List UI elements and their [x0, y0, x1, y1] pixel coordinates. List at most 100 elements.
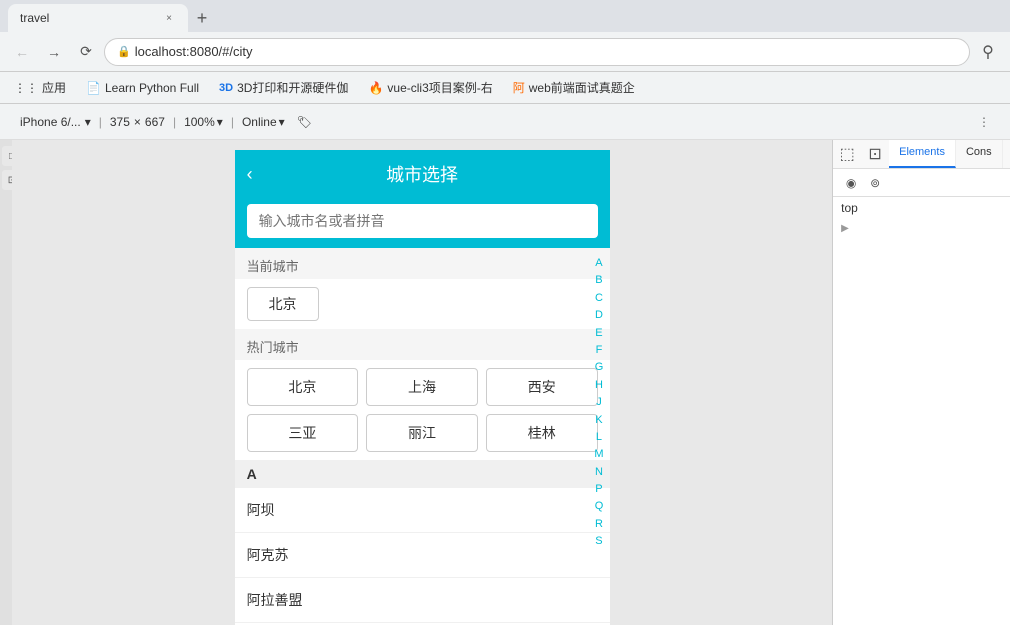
- bookmark-label-3d: 3D打印和开源硬件伽: [237, 79, 348, 96]
- device-dropdown-icon: ▾: [85, 115, 91, 129]
- forward-button[interactable]: →: [40, 38, 68, 66]
- alpha-M[interactable]: M: [594, 447, 603, 462]
- url-input[interactable]: 🔒 localhost:8080/#/city: [104, 38, 970, 66]
- url-bar: ← → ⟳ 🔒 localhost:8080/#/city ⚲: [0, 32, 1010, 72]
- bookmark-3d-print[interactable]: 3D 3D打印和开源硬件伽: [213, 77, 354, 98]
- alpha-Q[interactable]: Q: [595, 499, 604, 514]
- device-actions: ⋮: [978, 115, 990, 129]
- alphabet-sidebar: A B C D E F G H J K L M N P Q R S: [588, 248, 609, 558]
- devtools-tab-elements[interactable]: Elements: [889, 140, 956, 168]
- bookmark-vue-cli[interactable]: 🔥 vue-cli3项目案例-右: [362, 77, 498, 98]
- bookmark-web-front[interactable]: 阿 web前端面试真题企: [507, 77, 641, 98]
- devtools-inspect-icon[interactable]: ⬚: [833, 140, 861, 168]
- devtools-tab-console[interactable]: Cons: [956, 140, 1003, 168]
- hot-city-guilin[interactable]: 桂林: [486, 414, 598, 452]
- network-status: Online: [242, 115, 277, 129]
- devtools-device-icon[interactable]: ⊡: [861, 140, 889, 168]
- more-options-icon[interactable]: ⋮: [978, 115, 990, 129]
- bookmark-icon-learn: 📄: [86, 81, 101, 95]
- app-header: ‹ 城市选择: [235, 150, 610, 198]
- alpha-L[interactable]: L: [596, 430, 602, 445]
- mobile-viewport: ‹ 城市选择 当前城市 北京 热门城市 北京 上海: [12, 140, 832, 625]
- hot-cities-label: 热门城市: [235, 329, 610, 360]
- alpha-G[interactable]: G: [595, 360, 604, 375]
- apps-label: 应用: [42, 79, 66, 96]
- devtools-top-label: top: [841, 201, 858, 215]
- bookmark-apps[interactable]: ⋮⋮ 应用: [8, 77, 72, 98]
- hot-cities-grid: 北京 上海 西安 三亚 丽江 桂林: [247, 368, 598, 452]
- bookmark-icon-vue: 🔥: [368, 81, 383, 95]
- bookmark-label-web: web前端面试真题企: [529, 79, 635, 96]
- alpha-E[interactable]: E: [595, 326, 602, 341]
- network-dropdown-icon: ▾: [279, 115, 285, 129]
- zoom-dropdown-icon: ▾: [217, 115, 223, 129]
- alpha-P[interactable]: P: [595, 482, 602, 497]
- alpha-A[interactable]: A: [595, 256, 602, 271]
- throttle-icon: 🏷: [297, 115, 312, 129]
- current-city-section: 北京: [235, 279, 610, 329]
- alpha-S[interactable]: S: [595, 534, 602, 549]
- device-selector[interactable]: iPhone 6/... ▾: [20, 115, 91, 129]
- main-area: □ ⊡ ‹ 城市选择 当前城市 北京 热门城市: [0, 140, 1010, 625]
- alpha-C[interactable]: C: [595, 291, 603, 306]
- city-item-alashamen[interactable]: 阿拉善盟: [235, 578, 610, 623]
- city-item-aba[interactable]: 阿坝: [235, 488, 610, 533]
- devtools-frame-selector: top: [833, 197, 1010, 219]
- alpha-D[interactable]: D: [595, 308, 603, 323]
- alpha-section-a: A: [235, 460, 610, 488]
- new-tab-button[interactable]: +: [188, 4, 216, 32]
- city-selection-app: ‹ 城市选择 当前城市 北京 热门城市 北京 上海: [235, 150, 610, 625]
- tab-close-button[interactable]: ×: [162, 11, 176, 25]
- back-button-app[interactable]: ‹: [247, 164, 253, 185]
- zoom-level: 100%: [184, 115, 215, 129]
- hot-city-xian[interactable]: 西安: [486, 368, 598, 406]
- lock-icon: 🔒: [117, 45, 131, 58]
- device-width: 375: [110, 115, 130, 129]
- alpha-K[interactable]: K: [595, 413, 602, 428]
- hot-city-lijiang[interactable]: 丽江: [366, 414, 478, 452]
- tab-title: travel: [20, 11, 49, 25]
- url-text: localhost:8080/#/city: [135, 44, 253, 59]
- devtools-tabs: ⬚ ⊡ Elements Cons: [833, 140, 1010, 169]
- alpha-N[interactable]: N: [595, 465, 603, 480]
- device-name: iPhone 6/...: [20, 115, 81, 129]
- bookmark-label-vue: vue-cli3项目案例-右: [387, 79, 492, 96]
- browser-tab[interactable]: travel ×: [8, 4, 188, 32]
- devtools-btn-1[interactable]: ◉: [841, 173, 861, 193]
- current-city-label: 当前城市: [235, 248, 610, 279]
- device-height: 667: [145, 115, 165, 129]
- alpha-H[interactable]: H: [595, 378, 603, 393]
- hot-cities-section: 北京 上海 西安 三亚 丽江 桂林: [235, 360, 610, 460]
- search-section: [235, 198, 610, 248]
- device-separator2: |: [173, 115, 176, 129]
- devtools-toolbar: ◉ ⊚: [833, 169, 1010, 197]
- page-title: 城市选择: [386, 161, 458, 187]
- alpha-J[interactable]: J: [596, 395, 602, 410]
- devtools-expand-arrow[interactable]: ▶: [833, 219, 1010, 238]
- hot-city-shanghai[interactable]: 上海: [366, 368, 478, 406]
- devtools-btn-2[interactable]: ⊚: [865, 173, 885, 193]
- device-bar: iPhone 6/... ▾ | 375 × 667 | 100% ▾ | On…: [0, 104, 1010, 140]
- current-city-button[interactable]: 北京: [247, 287, 319, 321]
- zoom-selector[interactable]: 100% ▾: [184, 115, 223, 129]
- search-button[interactable]: ⚲: [974, 38, 1002, 66]
- alpha-R[interactable]: R: [595, 517, 603, 532]
- devtools-content: [833, 238, 1010, 625]
- hot-city-sanya[interactable]: 三亚: [247, 414, 359, 452]
- bookmark-label-learn: Learn Python Full: [105, 81, 199, 95]
- device-separator3: |: [231, 115, 234, 129]
- bookmark-icon-3d: 3D: [219, 82, 233, 94]
- bookmark-learn-python[interactable]: 📄 Learn Python Full: [80, 79, 205, 97]
- devtools-panel: ⬚ ⊡ Elements Cons ◉ ⊚ top ▶: [832, 140, 1010, 625]
- bookmarks-bar: ⋮⋮ 应用 📄 Learn Python Full 3D 3D打印和开源硬件伽 …: [0, 72, 1010, 104]
- alpha-B[interactable]: B: [595, 273, 602, 288]
- device-dimensions: 375 × 667: [110, 115, 165, 129]
- city-item-akesu[interactable]: 阿克苏: [235, 533, 610, 578]
- hot-city-beijing[interactable]: 北京: [247, 368, 359, 406]
- back-button[interactable]: ←: [8, 38, 36, 66]
- city-search-input[interactable]: [247, 204, 598, 238]
- alpha-F[interactable]: F: [596, 343, 603, 358]
- network-selector[interactable]: Online ▾: [242, 115, 285, 129]
- apps-icon: ⋮⋮: [14, 81, 38, 95]
- refresh-button[interactable]: ⟳: [72, 38, 100, 66]
